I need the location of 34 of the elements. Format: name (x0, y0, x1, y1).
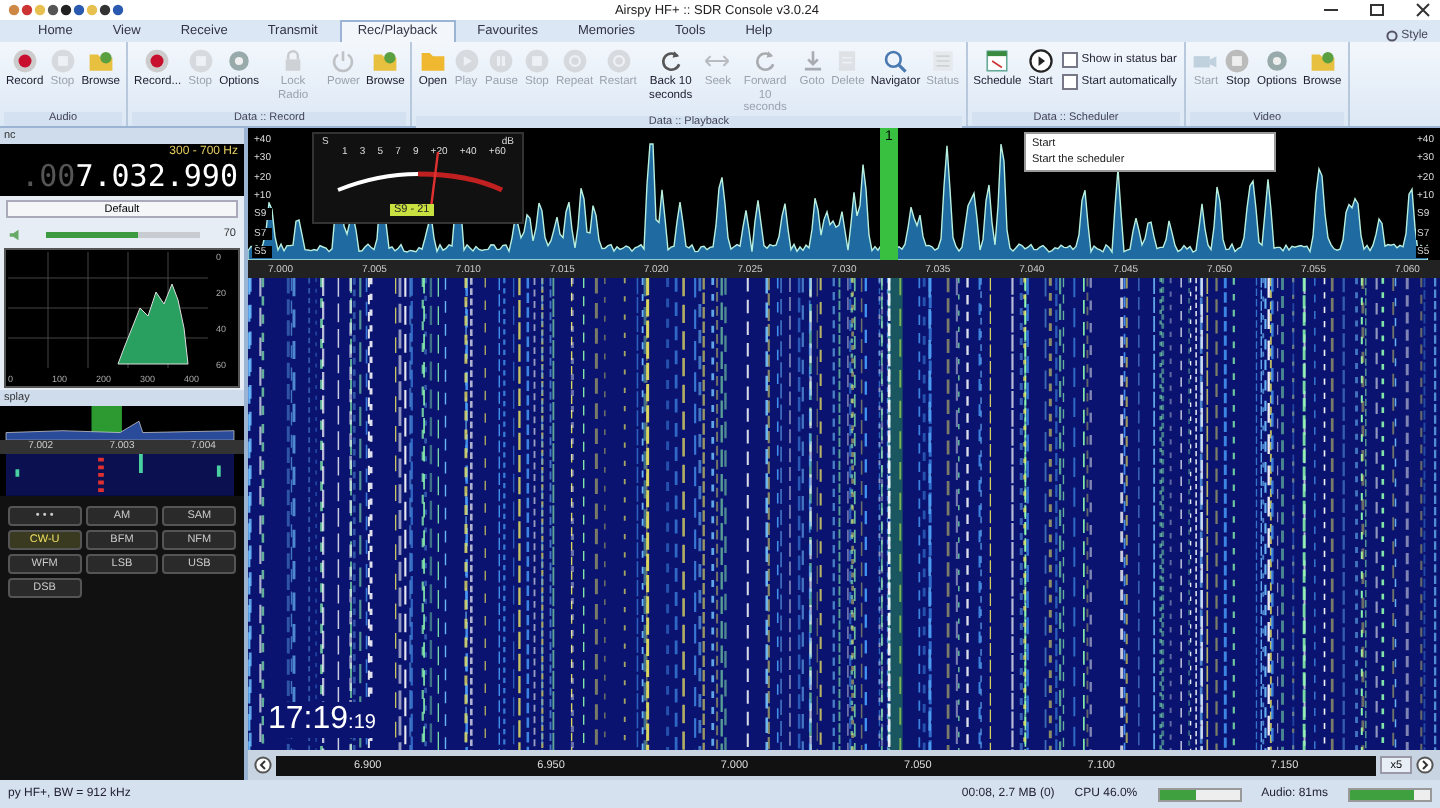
play-circle-icon (1027, 48, 1054, 74)
stop-icon (49, 48, 76, 74)
stop-icon (523, 48, 550, 74)
circular-arrow-icon (657, 48, 684, 74)
power-icon (330, 48, 357, 74)
download-icon (799, 48, 826, 74)
document-icon (834, 48, 861, 74)
folder-icon (419, 48, 446, 74)
stop-icon (187, 48, 214, 74)
checkbox[interactable] (1061, 52, 1078, 68)
calendar-icon (984, 48, 1011, 74)
checkbox[interactable] (1061, 74, 1078, 90)
cpu-meter (1157, 787, 1242, 801)
folder-icon (87, 48, 114, 74)
clock: 17:19:19 (264, 702, 380, 738)
folder-icon (372, 48, 399, 74)
list-icon (929, 48, 956, 74)
quick-access-toolbar-drawing (8, 2, 128, 18)
circular-arrow-icon (752, 48, 779, 74)
play-icon (453, 48, 480, 74)
record-icon (11, 48, 38, 74)
audio-meter (1348, 787, 1432, 801)
frequency-display: .007.032.990 (21, 158, 238, 194)
stop-icon (1224, 48, 1251, 74)
speaker-icon (8, 227, 22, 241)
volume-slider[interactable] (46, 231, 200, 237)
close-icon[interactable] (1414, 2, 1432, 18)
folder-icon (1309, 48, 1336, 74)
scroll-left-icon[interactable] (254, 756, 272, 774)
record-icon (144, 48, 171, 74)
maximize-icon[interactable] (1368, 2, 1386, 18)
scroll-right-icon[interactable] (1416, 756, 1434, 774)
search-icon (882, 48, 909, 74)
pause-icon (488, 48, 515, 74)
